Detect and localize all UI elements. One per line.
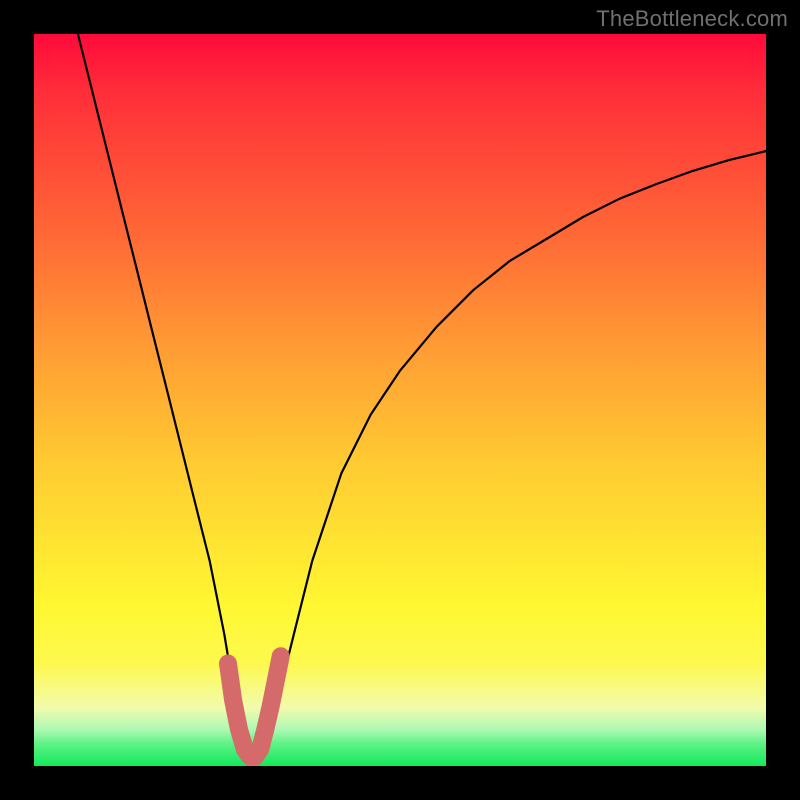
watermark-text: TheBottleneck.com (596, 6, 788, 32)
bottleneck-curve (78, 34, 766, 759)
minimum-band (228, 656, 281, 756)
curve-layer (34, 34, 766, 766)
chart-frame: TheBottleneck.com (0, 0, 800, 800)
plot-area (34, 34, 766, 766)
